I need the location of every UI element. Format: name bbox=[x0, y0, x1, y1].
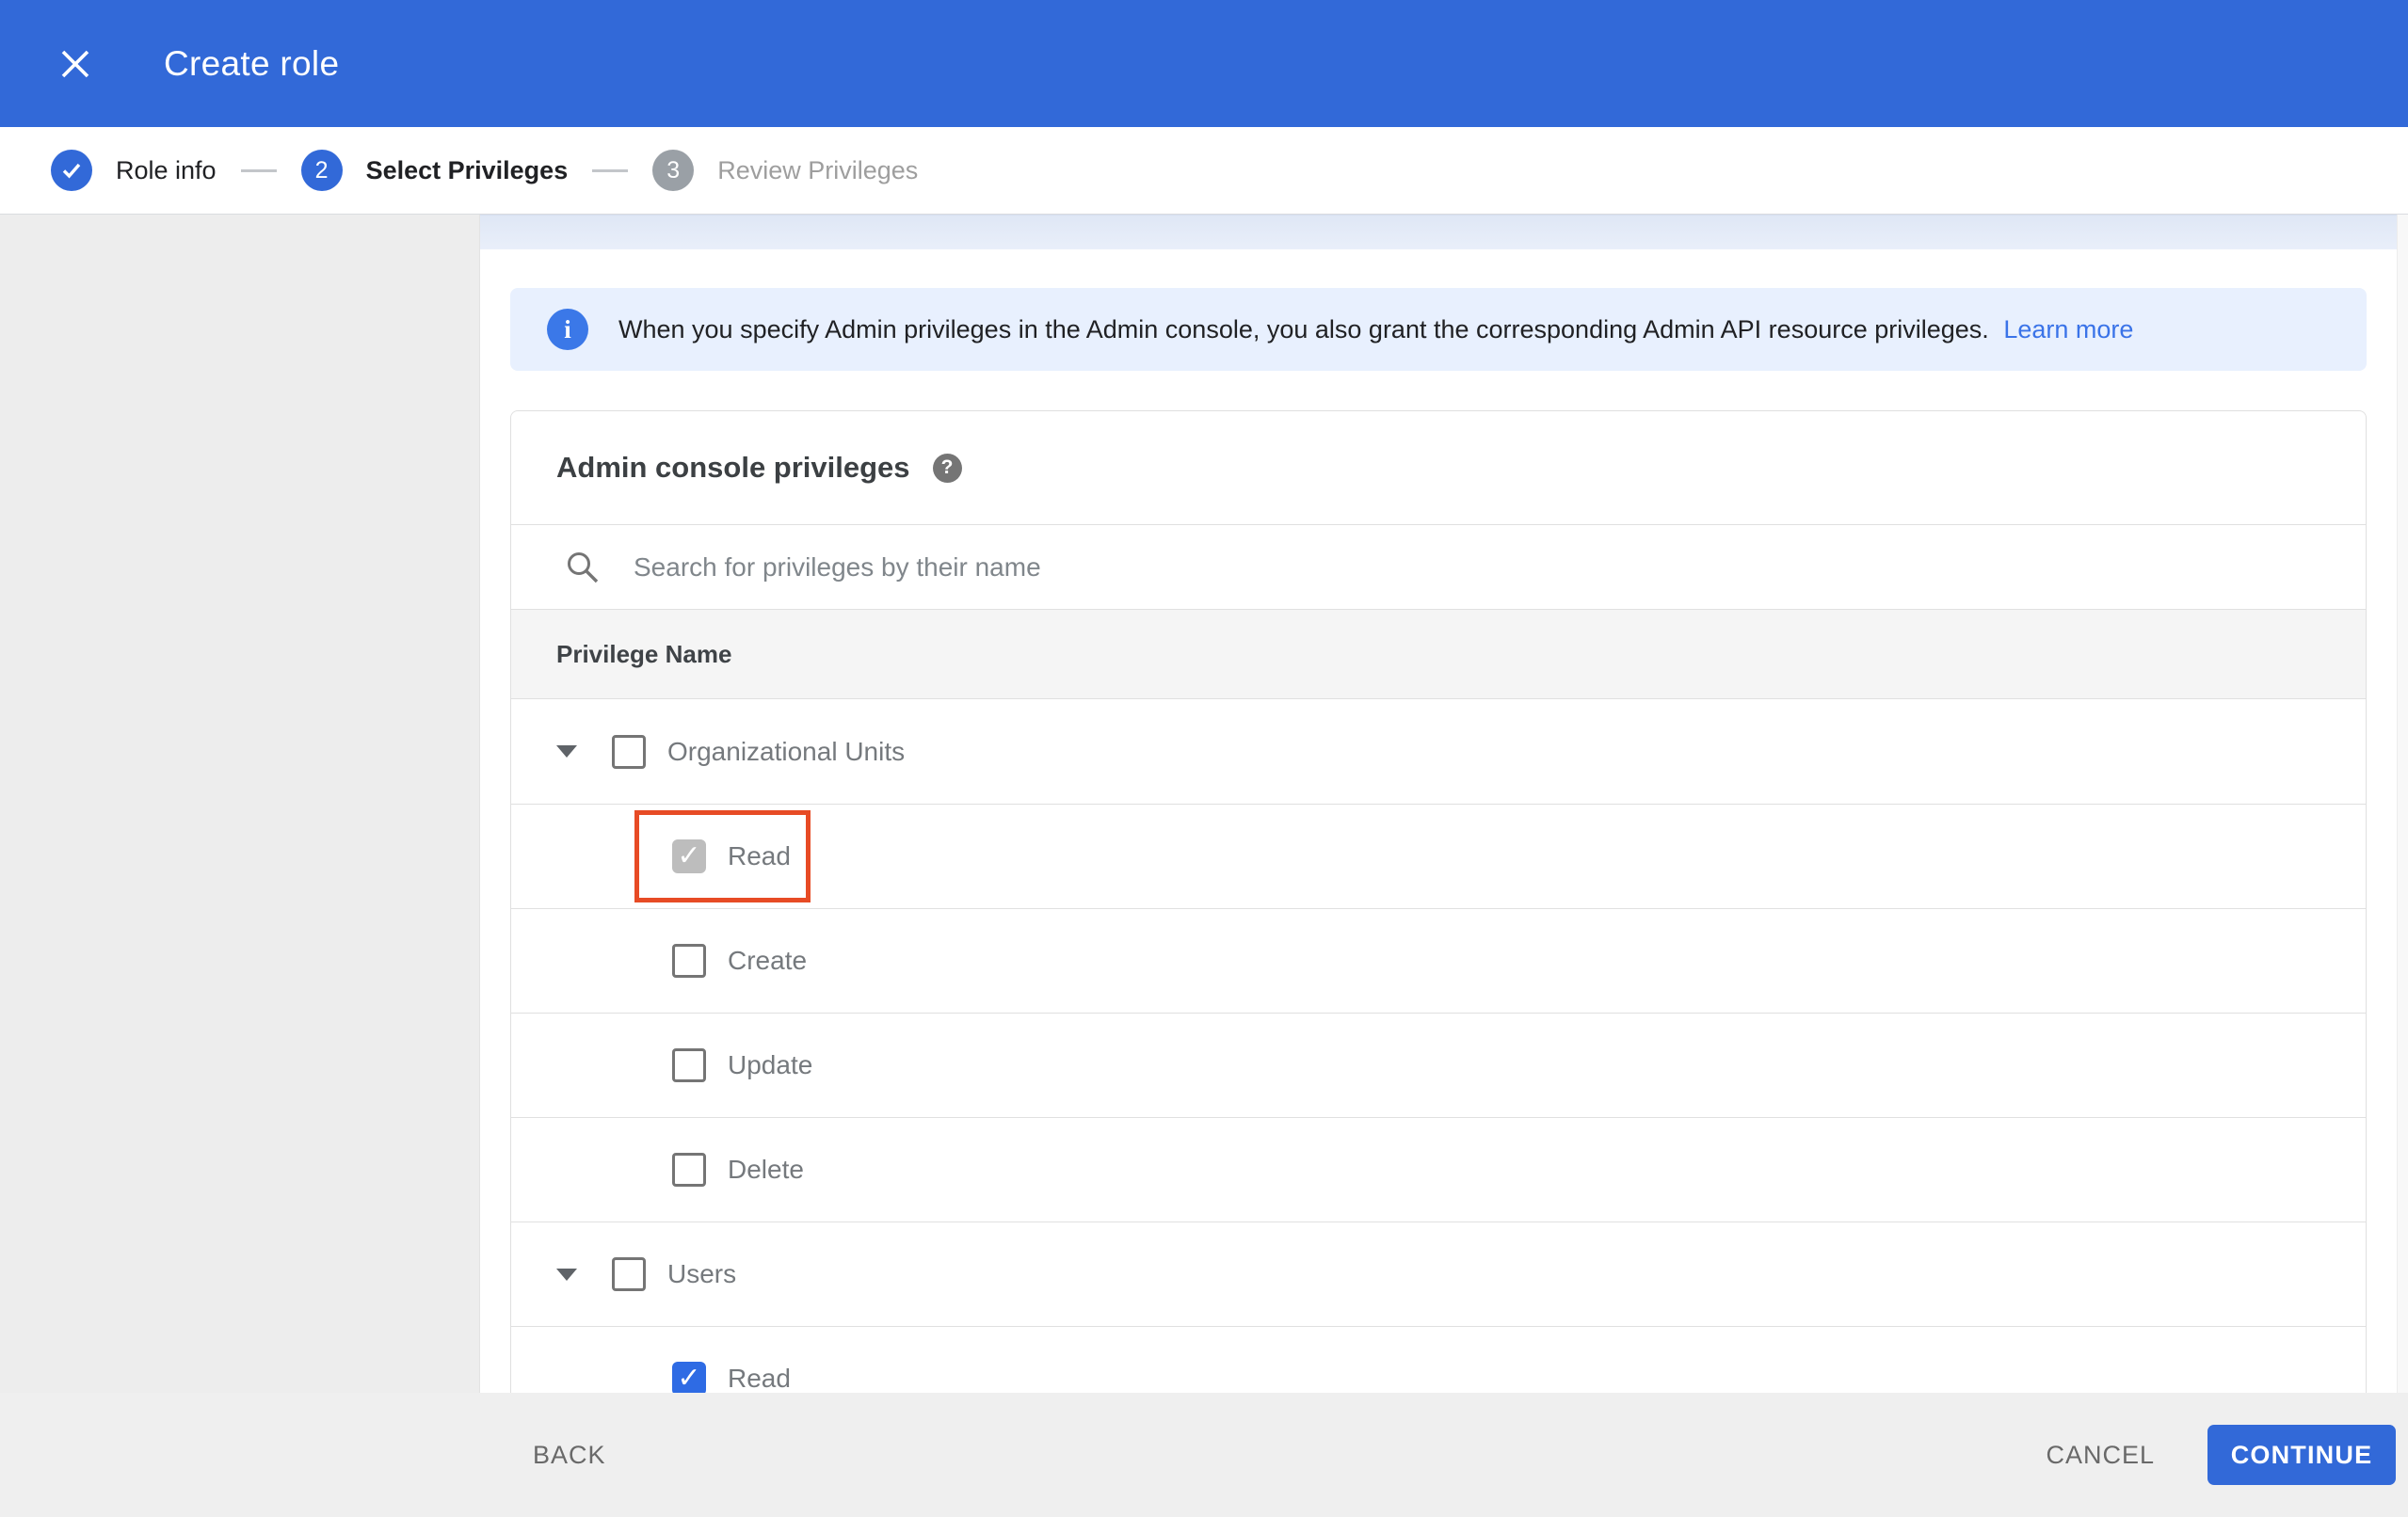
privilege-row-delete: Delete bbox=[511, 1117, 2366, 1222]
step-connector bbox=[240, 168, 277, 172]
privilege-row-read: ✓ Read bbox=[511, 804, 2366, 908]
card-header: Admin console privileges ? bbox=[511, 411, 2366, 524]
step-connector bbox=[592, 168, 629, 172]
privilege-label: Update bbox=[728, 1050, 813, 1079]
highlight-box: ✓ Read bbox=[634, 810, 811, 902]
step-review-privileges[interactable]: 3 Review Privileges bbox=[652, 150, 918, 191]
privilege-table-body: Organizational Units ✓ Read Create Update Del… bbox=[511, 699, 2366, 1393]
privilege-row-read: ✓ Read bbox=[511, 1326, 2366, 1393]
help-icon[interactable]: ? bbox=[932, 453, 962, 483]
search-input[interactable] bbox=[634, 551, 2366, 583]
scrolled-content-edge bbox=[480, 215, 2397, 249]
close-icon bbox=[61, 50, 89, 77]
learn-more-link[interactable]: Learn more bbox=[2003, 315, 2133, 343]
card-title: Admin console privileges bbox=[556, 451, 910, 484]
checkbox-organizational-units[interactable] bbox=[612, 734, 646, 769]
app-header: Create role bbox=[0, 0, 2408, 127]
cancel-button[interactable]: CANCEL bbox=[2031, 1428, 2170, 1483]
check-icon: ✓ bbox=[677, 1363, 701, 1393]
step-complete-icon bbox=[51, 150, 92, 191]
step-select-privileges[interactable]: 2 Select Privileges bbox=[300, 150, 569, 191]
collapse-caret-icon[interactable] bbox=[556, 1268, 577, 1281]
checkbox-read[interactable]: ✓ bbox=[672, 1362, 706, 1393]
privileges-card: Admin console privileges ? Privilege Nam… bbox=[510, 410, 2367, 1393]
banner-message: When you specify Admin privileges in the… bbox=[618, 314, 1989, 343]
checkbox-delete[interactable] bbox=[672, 1153, 706, 1187]
info-icon: i bbox=[547, 309, 588, 350]
page-title: Create role bbox=[164, 43, 340, 83]
content-area: i When you specify Admin privileges in t… bbox=[0, 215, 2408, 1393]
checkbox-update[interactable] bbox=[672, 1048, 706, 1082]
privilege-label: Read bbox=[728, 841, 791, 870]
privilege-row-update: Update bbox=[511, 1013, 2366, 1117]
collapse-caret-icon[interactable] bbox=[556, 745, 577, 758]
main-panel: i When you specify Admin privileges in t… bbox=[480, 215, 2408, 1393]
privilege-row-create: Create bbox=[511, 908, 2366, 1013]
close-button[interactable] bbox=[55, 43, 96, 85]
wizard-stepper: Role info 2 Select Privileges 3 Review P… bbox=[0, 127, 2408, 215]
search-icon bbox=[568, 551, 599, 583]
checkbox-read[interactable]: ✓ bbox=[672, 839, 706, 873]
checkbox-users[interactable] bbox=[612, 1257, 646, 1291]
banner-text: When you specify Admin privileges in the… bbox=[618, 315, 2133, 344]
step-role-info[interactable]: Role info bbox=[51, 150, 217, 191]
step-label: Role info bbox=[116, 155, 217, 184]
check-icon bbox=[62, 163, 81, 179]
scrollbar-track[interactable] bbox=[2397, 215, 2408, 1393]
check-icon: ✓ bbox=[677, 840, 701, 871]
step-label: Review Privileges bbox=[717, 155, 919, 184]
footer-bar: BACK CANCEL CONTINUE bbox=[0, 1393, 2408, 1517]
privilege-label: Read bbox=[728, 1364, 791, 1393]
step-number: 2 bbox=[300, 150, 343, 191]
left-sidebar bbox=[0, 215, 480, 1393]
step-number: 3 bbox=[652, 150, 695, 191]
back-button[interactable]: BACK bbox=[518, 1428, 621, 1483]
checkbox-create[interactable] bbox=[672, 944, 706, 978]
privilege-name-column-header: Privilege Name bbox=[556, 639, 732, 668]
privilege-label: Users bbox=[667, 1259, 737, 1288]
privilege-row-users: Users bbox=[511, 1222, 2366, 1326]
step-label: Select Privileges bbox=[365, 155, 569, 184]
continue-button[interactable]: CONTINUE bbox=[2207, 1425, 2396, 1485]
privilege-label: Organizational Units bbox=[667, 736, 906, 766]
privilege-label: Create bbox=[728, 946, 808, 975]
info-banner: i When you specify Admin privileges in t… bbox=[510, 288, 2367, 371]
privilege-label: Delete bbox=[728, 1155, 804, 1184]
privilege-search-row bbox=[511, 524, 2366, 609]
privilege-row-organizational-units: Organizational Units bbox=[511, 699, 2366, 804]
table-header: Privilege Name bbox=[511, 609, 2366, 699]
